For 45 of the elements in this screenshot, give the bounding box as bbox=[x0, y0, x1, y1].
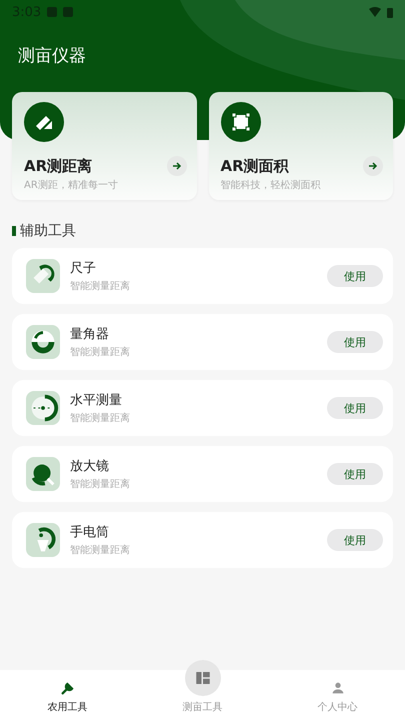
tool-name: 尺子 bbox=[70, 260, 97, 277]
arrow-icon bbox=[172, 161, 182, 171]
nav-label: 测亩工具 bbox=[182, 700, 222, 714]
use-button[interactable]: 使用 bbox=[327, 331, 383, 353]
tool-name: 手电筒 bbox=[70, 524, 110, 541]
tool-description: 智能测量距离 bbox=[70, 412, 131, 425]
card-subtitle: AR测距，精准每一寸 bbox=[24, 178, 119, 192]
nav-label: 个人中心 bbox=[318, 700, 358, 714]
section-title: 辅助工具 bbox=[20, 222, 76, 240]
tool-icon bbox=[26, 457, 60, 491]
blocks-icon bbox=[184, 660, 220, 696]
tool-description: 智能测量距离 bbox=[70, 346, 131, 359]
tool-name: 水平测量 bbox=[70, 392, 123, 409]
arrow-button[interactable] bbox=[166, 156, 186, 176]
feature-card[interactable]: AR测面积 智能科技，轻松测面积 bbox=[208, 92, 393, 200]
person-icon bbox=[330, 680, 346, 696]
battery-icon bbox=[387, 6, 393, 18]
nav-tab[interactable]: 农用工具 bbox=[0, 670, 135, 720]
card-subtitle: 智能科技，轻松测面积 bbox=[220, 178, 322, 192]
card-title: AR测距离 bbox=[24, 156, 92, 176]
feature-card[interactable]: AR测距离 AR测距，精准每一寸 bbox=[12, 92, 196, 200]
arrow-button[interactable] bbox=[363, 156, 383, 176]
tool-name: 量角器 bbox=[70, 326, 110, 343]
tool-icon bbox=[26, 523, 60, 557]
notification-icon bbox=[47, 7, 58, 17]
tool-icon bbox=[26, 391, 60, 425]
notification-icon bbox=[63, 7, 74, 17]
tool-description: 智能测量距离 bbox=[70, 544, 131, 557]
use-button[interactable]: 使用 bbox=[327, 265, 383, 287]
arrow-icon bbox=[368, 161, 378, 171]
tool-description: 智能测量距离 bbox=[70, 478, 131, 491]
use-button[interactable]: 使用 bbox=[327, 529, 383, 551]
tool-description: 智能测量距离 bbox=[70, 280, 131, 293]
page-title: 测亩仪器 bbox=[18, 45, 87, 67]
wifi-icon bbox=[369, 7, 381, 17]
tool-icon bbox=[26, 259, 60, 293]
frame-icon bbox=[220, 102, 260, 142]
use-button[interactable]: 使用 bbox=[327, 463, 383, 485]
tool-name: 放大镜 bbox=[70, 458, 110, 475]
wrench-icon bbox=[60, 680, 76, 696]
use-button[interactable]: 使用 bbox=[327, 397, 383, 419]
ruler-icon bbox=[24, 102, 64, 142]
nav-label: 农用工具 bbox=[48, 701, 88, 714]
card-title: AR测面积 bbox=[220, 156, 289, 176]
tool-icon bbox=[26, 325, 60, 359]
